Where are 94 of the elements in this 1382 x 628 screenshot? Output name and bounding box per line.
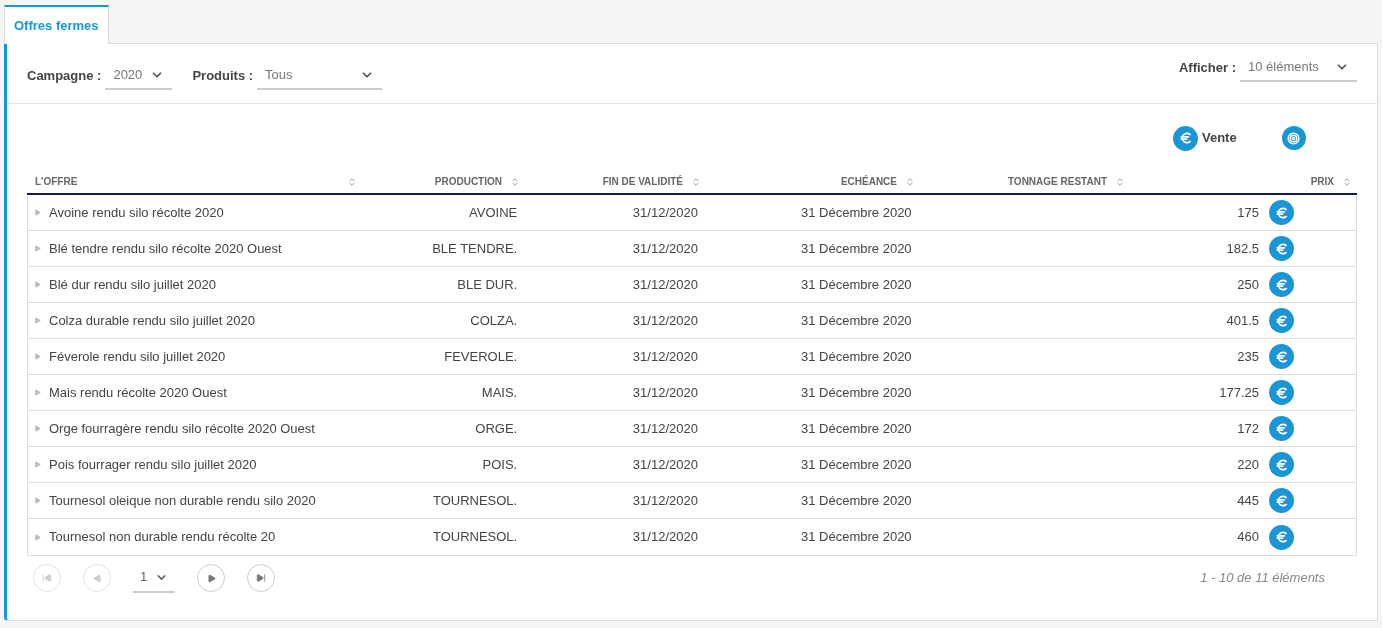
table-cell: 31 Décembre 2020 xyxy=(801,420,912,436)
expand-icon[interactable] xyxy=(34,389,41,396)
price: 235 xyxy=(1237,347,1259,366)
expand-icon[interactable] xyxy=(34,281,41,288)
filter-label: Produits : xyxy=(192,66,254,85)
table-cell: 31/12/2020 xyxy=(632,529,698,545)
table-cell: 31/12/2020 xyxy=(632,420,698,436)
table-cell: MAIS. xyxy=(481,384,518,400)
euro-icon[interactable] xyxy=(1269,416,1294,441)
column-header[interactable]: PRODUCTION xyxy=(365,170,525,193)
table-cell: 31 Décembre 2020 xyxy=(801,348,912,364)
sort-icon[interactable] xyxy=(1115,176,1125,187)
euro-icon[interactable] xyxy=(1269,524,1294,550)
dropdown[interactable]: Tous xyxy=(257,60,383,91)
table-cell: 31/12/2020 xyxy=(632,492,698,508)
table-cell: COLZA. xyxy=(470,312,518,328)
price: 401.5 xyxy=(1226,311,1259,330)
euro-icon[interactable] xyxy=(1173,125,1198,151)
price: 182.5 xyxy=(1226,239,1259,258)
price: 175 xyxy=(1237,203,1259,222)
table-cell: TOURNESOL. xyxy=(432,492,518,508)
table-cell: 31/12/2020 xyxy=(632,276,698,292)
table-cell: 31/12/2020 xyxy=(632,384,698,400)
table-cell: 31 Décembre 2020 xyxy=(801,384,912,400)
price: 445 xyxy=(1237,491,1259,510)
table-cell: 31 Décembre 2020 xyxy=(801,312,912,328)
table-cell: 31/12/2020 xyxy=(632,456,698,472)
table-cell: TOURNESOL. xyxy=(432,529,518,545)
table-cell: 31 Décembre 2020 xyxy=(801,204,912,220)
expand-icon[interactable] xyxy=(34,245,41,252)
euro-icon[interactable] xyxy=(1269,452,1294,477)
offer-name: Blé tendre rendu silo récolte 2020 Ouest xyxy=(49,239,282,258)
price: 220 xyxy=(1237,455,1259,474)
price: 177.25 xyxy=(1219,383,1259,402)
offer-name: Orge fourragère rendu silo récolte 2020 Ouest xyxy=(49,419,315,438)
expand-icon[interactable] xyxy=(34,353,41,360)
table-cell: 31/12/2020 xyxy=(632,240,698,256)
euro-icon[interactable] xyxy=(1269,308,1294,333)
table-cell: POIS. xyxy=(482,456,518,472)
column-header[interactable]: ECHÉANCE xyxy=(706,170,920,193)
column-header[interactable]: FIN DE VALIDITÉ xyxy=(525,170,706,193)
dropdown[interactable]: 2020 xyxy=(105,60,173,91)
offer-name: Féverole rendu silo juillet 2020 xyxy=(49,347,226,366)
table-cell: 31/12/2020 xyxy=(632,348,698,364)
column-header[interactable]: PRIX xyxy=(1130,170,1357,193)
price: 250 xyxy=(1237,275,1259,294)
table-cell: 31 Décembre 2020 xyxy=(801,492,912,508)
offer-name: Avoine rendu silo récolte 2020 xyxy=(49,203,224,222)
offer-name: Mais rendu récolte 2020 Ouest xyxy=(49,383,227,402)
table-cell: 31/12/2020 xyxy=(632,204,698,220)
expand-icon[interactable] xyxy=(34,425,41,432)
euro-icon[interactable] xyxy=(1269,344,1294,369)
offer-name: Blé dur rendu silo juillet 2020 xyxy=(49,275,216,294)
euro-icon[interactable] xyxy=(1269,488,1294,513)
target-icon[interactable] xyxy=(1281,126,1306,150)
pagination-summary: 1 - 10 de 11 éléments xyxy=(1200,569,1325,588)
table-cell: 31/12/2020 xyxy=(632,312,698,328)
filter-label: Campagne : xyxy=(27,66,102,85)
table-cell: 31 Décembre 2020 xyxy=(801,276,912,292)
sort-icon[interactable] xyxy=(347,176,357,187)
offer-name: Tournesol non durable rendu récolte 20 xyxy=(49,528,276,547)
euro-icon[interactable] xyxy=(1269,380,1294,405)
table-cell: AVOINE xyxy=(469,204,518,220)
offer-name: Tournesol oleique non durable rendu silo 2020 xyxy=(49,491,316,510)
table-cell: FEVEROLE. xyxy=(444,348,518,364)
table-cell: ORGE. xyxy=(475,420,518,436)
dropdown[interactable]: 10 éléments xyxy=(1240,52,1357,83)
table-cell: BLE TENDRE. xyxy=(432,240,518,256)
price: 460 xyxy=(1237,528,1259,547)
expand-icon[interactable] xyxy=(34,461,41,468)
table-cell: 31 Décembre 2020 xyxy=(801,240,912,256)
sort-icon[interactable] xyxy=(691,176,701,187)
expand-icon[interactable] xyxy=(34,497,41,504)
offer-name: Colza durable rendu silo juillet 2020 xyxy=(49,311,255,330)
euro-icon[interactable] xyxy=(1269,200,1294,225)
column-header[interactable]: TONNAGE RESTANT xyxy=(920,170,1130,193)
table-cell: 31 Décembre 2020 xyxy=(801,456,912,472)
legend-label: Vente xyxy=(1202,129,1237,148)
offer-name: Pois fourrager rendu silo juillet 2020 xyxy=(49,455,257,474)
expand-icon[interactable] xyxy=(34,533,41,541)
price: 172 xyxy=(1237,419,1259,438)
tab[interactable]: Offres fermes xyxy=(4,5,109,44)
filter-label: Afficher : xyxy=(1178,58,1236,77)
expand-icon[interactable] xyxy=(34,209,41,216)
expand-icon[interactable] xyxy=(34,317,41,324)
sort-icon[interactable] xyxy=(510,176,520,187)
sort-icon[interactable] xyxy=(905,176,915,187)
column-header[interactable]: L'OFFRE xyxy=(27,170,365,193)
table-cell: 31 Décembre 2020 xyxy=(801,529,912,545)
page-dropdown[interactable]: 1 xyxy=(133,563,175,593)
table-cell: BLE DUR. xyxy=(457,276,518,292)
sort-icon[interactable] xyxy=(1342,176,1352,187)
euro-icon[interactable] xyxy=(1269,236,1294,261)
euro-icon[interactable] xyxy=(1269,272,1294,297)
